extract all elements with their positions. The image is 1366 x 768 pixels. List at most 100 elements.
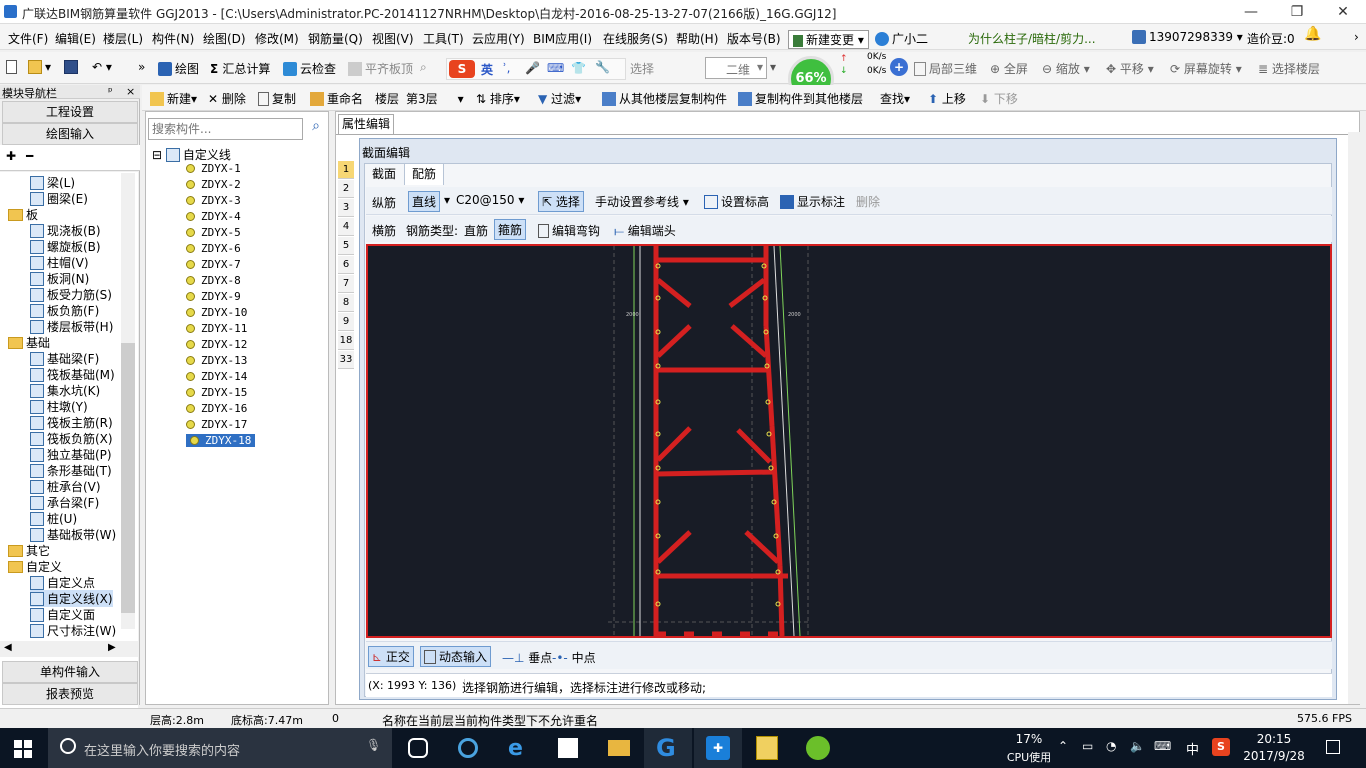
sogou-icon[interactable]: S [449, 60, 475, 78]
ortho-button[interactable]: ⊾ 正交 [368, 646, 414, 667]
punct-icon[interactable]: ʾ, [503, 61, 511, 75]
tree-item[interactable]: 板负筋(F) [30, 302, 99, 319]
property-row-number[interactable]: 4 [338, 218, 354, 236]
tree-item[interactable]: 板洞(N) [30, 270, 89, 287]
tree-item[interactable]: 板受力筋(S) [30, 286, 112, 303]
green-app-icon[interactable] [794, 728, 842, 768]
search-field[interactable] [149, 119, 299, 139]
edit-hook-button[interactable]: 编辑弯钩 [538, 222, 600, 239]
stirrup-horizontal-3[interactable] [655, 469, 775, 477]
property-row-number[interactable]: 18 [338, 332, 354, 350]
tree-item[interactable]: 筏板负筋(X) [30, 430, 113, 447]
tie-8[interactable] [744, 530, 780, 564]
restore-button[interactable]: ❐ [1274, 0, 1320, 24]
search-input[interactable] [148, 118, 303, 140]
tree-item[interactable]: 集水坑(K) [30, 382, 100, 399]
edge-icon[interactable]: e [494, 728, 542, 768]
tree-item[interactable]: 筏板基础(M) [30, 366, 115, 383]
rebar-spec-select[interactable]: C20@150 ▾ [456, 193, 524, 207]
set-elev-button[interactable]: 设置标高 [704, 193, 769, 210]
tie-3[interactable] [656, 324, 692, 358]
tree-item[interactable]: 桩承台(V) [30, 478, 101, 495]
local3d-button[interactable]: 局部三维 [914, 60, 977, 77]
copy-from-floor-button[interactable]: 从其他楼层复制构件 [602, 90, 727, 107]
property-row-number[interactable]: 3 [338, 199, 354, 217]
close-button[interactable]: ✕ [1320, 0, 1366, 24]
tab-section[interactable]: 截面 [364, 164, 404, 184]
tie-5[interactable] [656, 426, 692, 462]
menu-view[interactable]: 视图(V) [372, 30, 414, 47]
draw-button[interactable]: 绘图 [158, 60, 199, 77]
component-list-item[interactable]: ZDYX-17 [186, 418, 247, 431]
mid-snap-button[interactable]: -•- 中点 [552, 649, 596, 666]
move-up-button[interactable]: ⬆ 上移 [928, 90, 966, 107]
component-list-item[interactable]: ZDYX-18 [186, 434, 256, 447]
menu-help[interactable]: 帮助(H) [676, 30, 718, 47]
component-list-item[interactable]: ZDYX-12 [186, 338, 247, 351]
tree-hscrollbar[interactable]: ◀ ▶ [0, 641, 138, 657]
report-button[interactable]: 报表预览 [2, 683, 138, 705]
undo-icon[interactable]: ↶ ▾ [92, 60, 112, 74]
tree-item[interactable]: 现浇板(B) [30, 222, 101, 239]
tie-6[interactable] [736, 428, 772, 464]
cloud-check-button[interactable]: 云检查 [283, 60, 336, 77]
new-component-button[interactable]: 新建▾ [150, 90, 197, 107]
menu-online[interactable]: 在线服务(S) [603, 30, 668, 47]
find-button[interactable]: 查找▾ [880, 90, 910, 107]
dynamic-input-button[interactable]: 动态输入 [420, 646, 492, 667]
tree-item[interactable]: 圈梁(E) [30, 190, 88, 207]
tree-item[interactable]: 柱墩(Y) [30, 398, 88, 415]
tree-item[interactable]: 独立基础(P) [30, 446, 112, 463]
rebar-vertical-right-mid[interactable] [763, 325, 775, 427]
tree-item[interactable]: 条形基础(T) [30, 462, 112, 479]
sogou-tray-icon[interactable]: S [1212, 738, 1230, 756]
mic-icon[interactable]: 🎤 [525, 61, 540, 75]
menu-version[interactable]: 版本号(B) [727, 30, 781, 47]
tie-4[interactable] [730, 324, 768, 358]
tree-item[interactable]: 基础板带(W) [30, 526, 116, 543]
menu-edit[interactable]: 编辑(E) [55, 30, 96, 47]
component-list-item[interactable]: ZDYX-2 [186, 178, 241, 191]
manual-ref-button[interactable]: 手动设置参考线 ▾ [595, 193, 689, 210]
property-row-number[interactable]: 1 [338, 161, 354, 179]
new-file-icon[interactable] [6, 60, 20, 74]
property-row-number[interactable]: 7 [338, 275, 354, 293]
input-lang[interactable]: 中 [1186, 739, 1199, 758]
windows-start-icon[interactable] [14, 740, 32, 758]
assistant-button[interactable]: 广小二 [875, 30, 928, 47]
tab-rebar[interactable]: 配筋 [404, 163, 444, 185]
sum-button[interactable]: Σ 汇总计算 [210, 60, 270, 77]
copy-button[interactable]: 复制 [258, 90, 296, 107]
level-top-button[interactable]: 平齐板顶 [348, 60, 413, 77]
expand-all-icon[interactable]: ✚ [6, 149, 16, 163]
view-mode-select[interactable]: 二维 ▾ [705, 57, 767, 79]
notes-icon[interactable] [744, 728, 792, 768]
property-row-number[interactable]: 5 [338, 237, 354, 255]
property-row-number[interactable]: 8 [338, 294, 354, 312]
fullscreen-button[interactable]: ⊕ 全屏 [990, 60, 1028, 77]
glodon-rebar-icon[interactable]: ✚ [694, 728, 742, 768]
tree-item[interactable]: 承台梁(F) [30, 494, 99, 511]
browser-360-icon[interactable] [444, 728, 492, 768]
filter-button[interactable]: ▼ 过滤▾ [538, 90, 581, 107]
show-mark-button[interactable]: 显示标注 [780, 193, 845, 210]
component-list-item[interactable]: ZDYX-11 [186, 322, 247, 335]
line-mode-button[interactable]: 直线 [408, 191, 441, 212]
select-floor-button[interactable]: ≣ 选择楼层 [1258, 60, 1320, 77]
battery-icon[interactable]: ▭ [1082, 739, 1093, 753]
tray-chevron-icon[interactable]: ⌃ [1058, 739, 1068, 753]
move-down-button[interactable]: ⬇ 下移 [980, 90, 1018, 107]
component-list-item[interactable]: ZDYX-7 [186, 258, 241, 271]
user-account[interactable]: 13907298339 ▾ [1132, 30, 1243, 44]
tree-item[interactable]: 楼层板带(H) [30, 318, 113, 335]
binoculars-icon[interactable]: ⌕ [420, 60, 427, 75]
bell-icon[interactable]: 🔔 [1304, 26, 1321, 42]
tie-7[interactable] [656, 530, 692, 564]
ime-en-toggle[interactable]: 英 [481, 61, 493, 78]
tree-item[interactable]: 螺旋板(B) [30, 238, 101, 255]
faq-link[interactable]: 为什么柱子/暗柱/剪力... [968, 30, 1096, 47]
menu-component[interactable]: 构件(N) [152, 30, 194, 47]
volume-icon[interactable]: 🔈 [1130, 739, 1145, 753]
glodon-app-icon[interactable]: G [644, 728, 692, 768]
component-list-item[interactable]: ZDYX-14 [186, 370, 247, 383]
